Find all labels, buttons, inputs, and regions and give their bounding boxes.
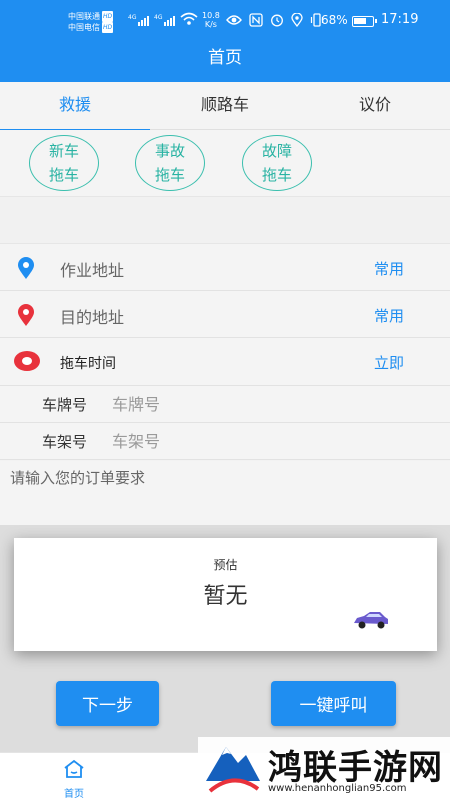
estimate-label: 预估 [213, 558, 238, 572]
watermark-title: 鸿联手游网 [268, 748, 443, 788]
tab-bar: 救援 顺路车 议价 [0, 82, 450, 131]
watermark: 鸿联手游网 www.henanhonglian95.com [198, 737, 450, 800]
accident-tow-button[interactable]: 事故 拖车 [135, 135, 205, 191]
next-step-button[interactable]: 下一步 [56, 681, 159, 726]
destination-common-button[interactable]: 常用 [374, 305, 404, 326]
service-line1: 新车 [48, 142, 79, 160]
service-line2: 拖车 [154, 166, 185, 184]
status-bar: 中国联通 HD 中国电信 HD 4G 4G 10.8 K/s 68% 17:19 [0, 0, 450, 40]
plate-number-row: 车牌号 [0, 386, 450, 423]
watermark-url: www.henanhonglian95.com [268, 783, 407, 794]
tow-time-label: 拖车时间 [60, 356, 116, 372]
network-speed: 10.8 K/s [202, 11, 220, 29]
service-types: 新车拖车 事故拖车 故障拖车 [0, 130, 450, 196]
order-requirements [0, 461, 450, 525]
pin-red-icon [18, 304, 34, 326]
destination-label: 目的地址 [60, 308, 125, 327]
watermark-logo [206, 747, 260, 793]
service-line2: 拖车 [48, 166, 79, 184]
breakdown-tow-button[interactable]: 故障 拖车 [242, 135, 312, 191]
work-address-label: 作业地址 [60, 261, 125, 280]
speed-value: 10.8 [202, 11, 220, 20]
carrier-1: 中国联通 [68, 12, 100, 21]
hd-badge: HD [102, 22, 114, 33]
wifi-icon [180, 12, 198, 25]
car-icon [354, 612, 388, 629]
page-title: 首页 [0, 40, 450, 82]
alarm-icon [271, 14, 283, 27]
tab-ride-along[interactable]: 顺路车 [150, 82, 300, 130]
home-icon [64, 759, 84, 778]
eye-icon [226, 15, 242, 25]
signal-icon: 4G [128, 14, 150, 26]
network-type: 4G [154, 14, 163, 21]
tow-time-row[interactable]: 拖车时间 立即 [0, 338, 450, 386]
hd-badge: HD [102, 11, 114, 22]
order-requirements-input[interactable] [10, 467, 440, 521]
destination-row[interactable]: 目的地址 常用 [0, 291, 450, 338]
estimate-card: 预估 暂无 [14, 538, 437, 651]
work-address-row[interactable]: 作业地址 常用 [0, 244, 450, 291]
network-type: 4G [128, 14, 137, 21]
signal-icon: 4G [154, 14, 176, 26]
nfc-icon [249, 13, 263, 27]
frame-number-row: 车架号 [0, 423, 450, 460]
one-key-call-button[interactable]: 一键呼叫 [271, 681, 396, 726]
location-icon [291, 13, 303, 27]
work-address-common-button[interactable]: 常用 [374, 258, 404, 279]
battery-icon [352, 16, 377, 27]
clock-red-icon [14, 351, 40, 371]
carrier-info: 中国联通 HD 中国电信 HD [68, 11, 114, 33]
section-divider [0, 196, 450, 244]
carrier-2: 中国电信 [68, 23, 100, 32]
new-car-tow-button[interactable]: 新车 拖车 [29, 135, 99, 191]
tow-time-now-button[interactable]: 立即 [374, 352, 404, 373]
speed-unit: K/s [204, 20, 217, 29]
tab-rescue[interactable]: 救援 [0, 82, 150, 131]
battery-percent: 68% [321, 13, 348, 27]
nav-home-label: 首页 [64, 789, 84, 800]
tab-negotiate[interactable]: 议价 [300, 82, 450, 130]
service-line1: 故障 [261, 142, 292, 160]
frame-number-label: 车架号 [42, 433, 88, 451]
status-time: 17:19 [381, 12, 419, 27]
pin-blue-icon [18, 257, 34, 279]
service-line2: 拖车 [261, 166, 292, 184]
estimate-value: 暂无 [203, 584, 248, 609]
service-line1: 事故 [154, 142, 185, 160]
frame-number-input[interactable] [112, 427, 352, 455]
plate-number-label: 车牌号 [42, 396, 88, 414]
plate-number-input[interactable] [112, 390, 352, 418]
nav-home[interactable]: 首页 [48, 759, 100, 800]
